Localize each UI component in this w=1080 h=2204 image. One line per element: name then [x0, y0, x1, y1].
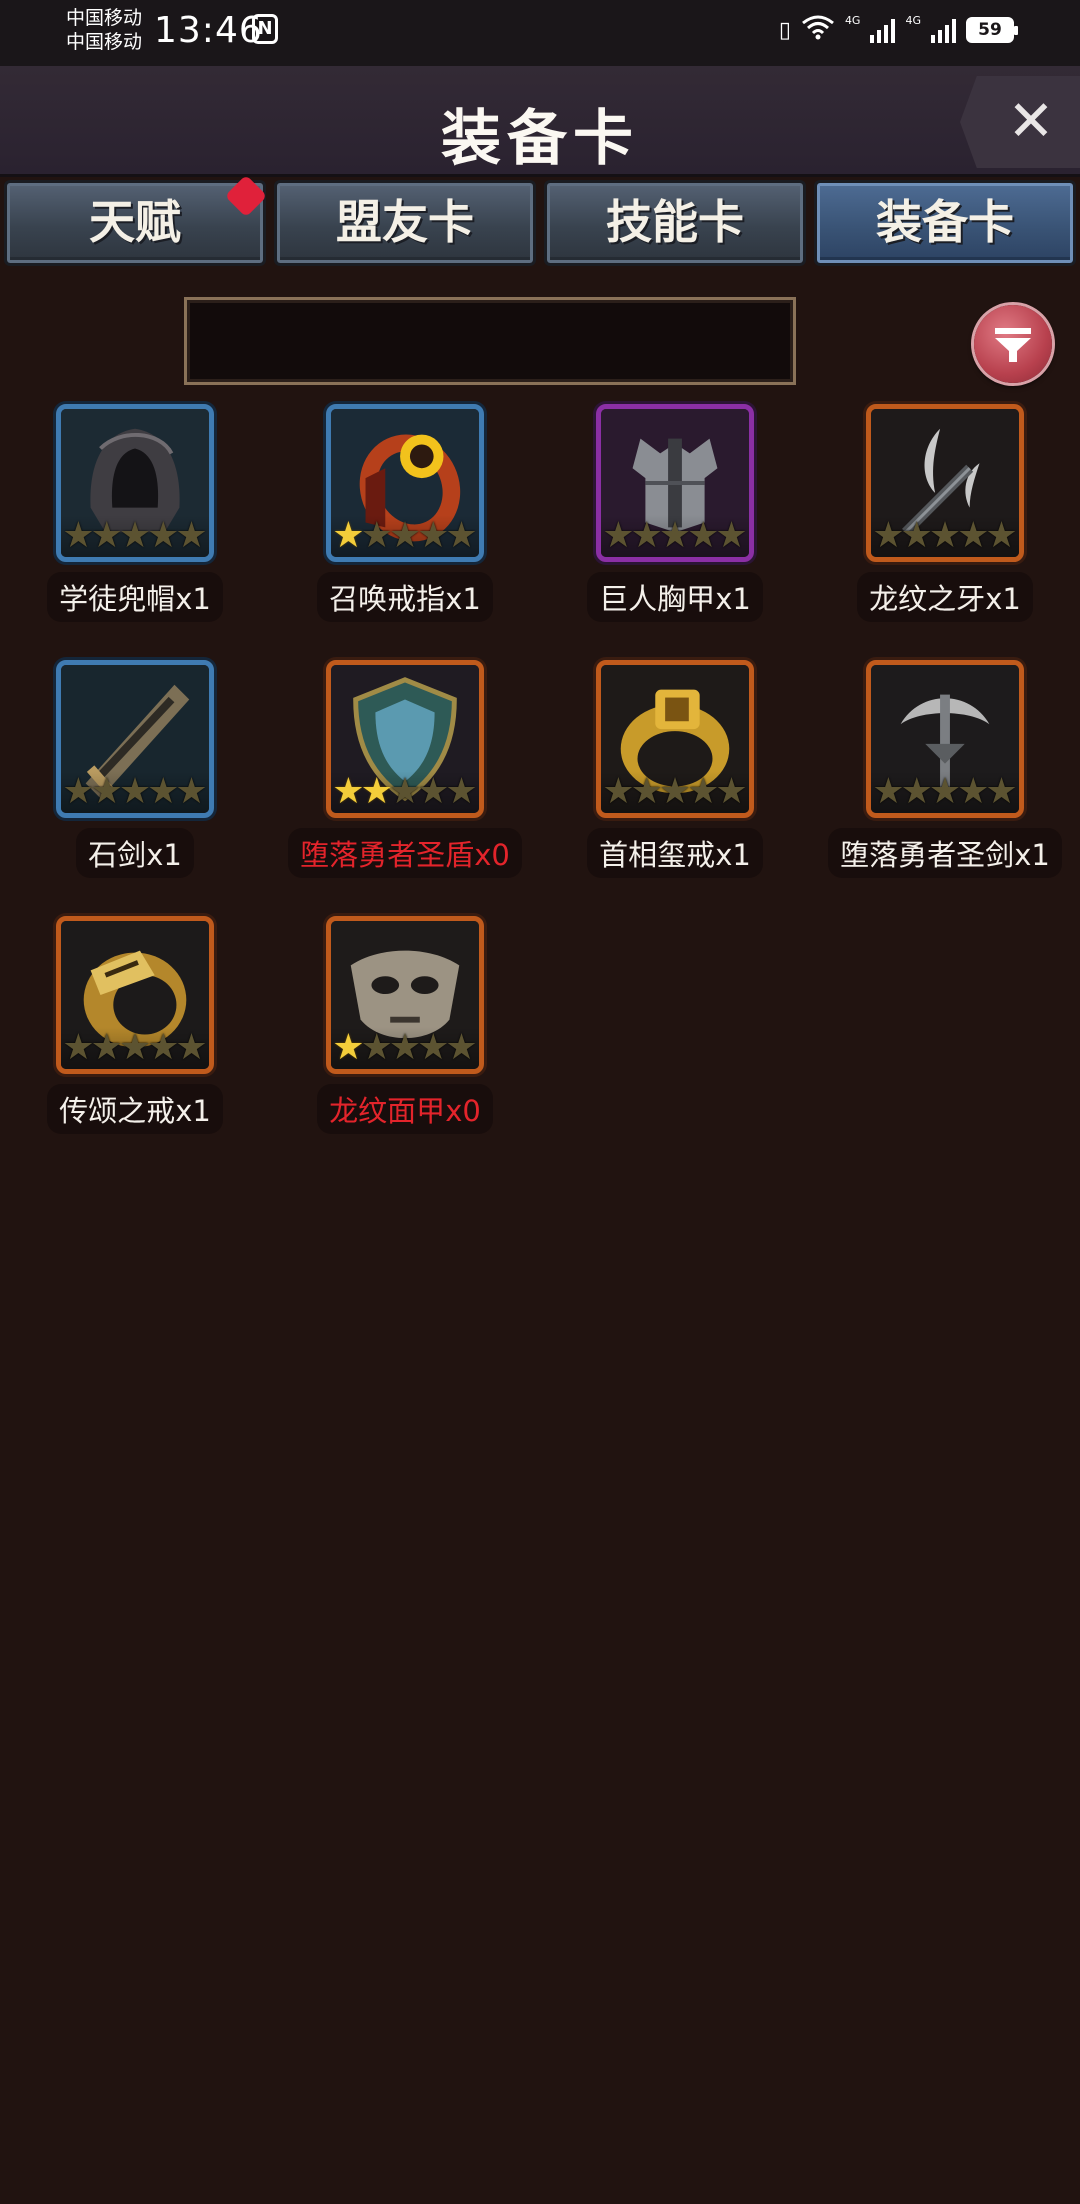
item-name: 堕落勇者圣盾 [300, 838, 475, 872]
item-name: 堕落勇者圣剑 [840, 838, 1015, 872]
signal-1-icon [870, 17, 896, 43]
close-icon: ✕ [1007, 89, 1055, 154]
tab-ally-cards[interactable]: 盟友卡 [274, 180, 536, 266]
carrier-1: 中国移动 [66, 7, 143, 29]
star-empty-icon: ★ [175, 771, 208, 812]
equipment-card[interactable]: ★ ★ ★ ★ ★ 学徒兜帽x1 [0, 400, 270, 640]
filter-button[interactable] [974, 305, 1052, 383]
signal-2-icon [931, 17, 956, 43]
star-rating: ★ ★ ★ ★ ★ [871, 515, 1019, 557]
tab-label: 盟友卡 [336, 195, 474, 249]
equipment-card[interactable]: ★ ★ ★ ★ ★ 巨人胸甲x1 [540, 400, 810, 640]
equipment-card[interactable]: ★ ★ ★ ★ ★ 传颂之戒x1 [0, 912, 270, 1152]
item-frame: ★ ★ ★ ★ ★ [866, 404, 1024, 562]
item-count: x1 [715, 582, 751, 616]
equipment-card[interactable]: ★ ★ ★ ★ ★ 石剑x1 [0, 656, 270, 896]
item-frame: ★ ★ ★ ★ ★ [56, 404, 214, 562]
filter-icon [995, 328, 1031, 362]
item-frame: ★ ★ ★ ★ ★ [56, 916, 214, 1074]
item-count: x1 [175, 1094, 211, 1128]
system-icons: ▯ 4G 4G 59 [778, 14, 1018, 46]
item-name: 首相玺戒 [599, 838, 716, 872]
tab-label: 装备卡 [876, 195, 1014, 249]
star-empty-icon: ★ [445, 1027, 478, 1068]
equipment-card[interactable]: ★ ★ ★ ★ ★ 龙纹面甲x0 [270, 912, 540, 1152]
star-rating: ★ ★ ★ ★ ★ [331, 771, 479, 813]
item-count: x0 [445, 1094, 481, 1128]
star-empty-icon: ★ [985, 771, 1018, 812]
search-input[interactable] [184, 297, 796, 385]
star-rating: ★ ★ ★ ★ ★ [331, 515, 479, 557]
item-frame: ★ ★ ★ ★ ★ [326, 660, 484, 818]
star-rating: ★ ★ ★ ★ ★ [61, 1027, 209, 1069]
equipment-card[interactable]: ★ ★ ★ ★ ★ 首相玺戒x1 [540, 656, 810, 896]
item-frame: ★ ★ ★ ★ ★ [56, 660, 214, 818]
tab-label: 技能卡 [606, 195, 744, 249]
tab-bar: 天赋 盟友卡 技能卡 装备卡 [0, 174, 1080, 270]
item-name: 龙纹面甲 [329, 1094, 446, 1128]
equipment-card[interactable]: ★ ★ ★ ★ ★ 堕落勇者圣剑x1 [810, 656, 1080, 896]
item-count: x1 [146, 838, 182, 872]
star-rating: ★ ★ ★ ★ ★ [331, 1027, 479, 1069]
item-frame: ★ ★ ★ ★ ★ [326, 916, 484, 1074]
star-empty-icon: ★ [985, 515, 1018, 556]
close-button[interactable]: ✕ [960, 76, 1080, 168]
item-frame: ★ ★ ★ ★ ★ [866, 660, 1024, 818]
status-bar: 中国移动 中国移动 13:46 N ▯ 4G 4G 59 [0, 0, 1080, 66]
carrier-2: 中国移动 [66, 31, 143, 53]
tab-equipment-cards[interactable]: 装备卡 [814, 180, 1076, 266]
star-rating: ★ ★ ★ ★ ★ [61, 771, 209, 813]
equipment-card[interactable]: ★ ★ ★ ★ ★ 龙纹之牙x1 [810, 400, 1080, 640]
item-name: 传颂之戒 [59, 1094, 176, 1128]
nfc-icon: N [252, 14, 278, 44]
star-empty-icon: ★ [715, 515, 748, 556]
network-1-label: 4G [844, 14, 861, 27]
star-rating: ★ ★ ★ ★ ★ [871, 771, 1019, 813]
item-count: x1 [445, 582, 481, 616]
notification-badge [224, 174, 268, 218]
title-bar: 装备卡 ✕ [0, 66, 1080, 177]
star-empty-icon: ★ [445, 515, 478, 556]
equipment-card[interactable]: ★ ★ ★ ★ ★ 召唤戒指x1 [270, 400, 540, 640]
clock: 13:46 [154, 10, 263, 51]
item-name: 石剑 [88, 838, 147, 872]
item-count: x0 [474, 838, 510, 872]
page-title: 装备卡 [441, 104, 639, 174]
star-rating: ★ ★ ★ ★ ★ [61, 515, 209, 557]
item-frame: ★ ★ ★ ★ ★ [596, 404, 754, 562]
item-name: 巨人胸甲 [599, 582, 716, 616]
star-empty-icon: ★ [175, 1027, 208, 1068]
item-name: 召唤戒指 [329, 582, 446, 616]
item-name: 龙纹之牙 [869, 582, 986, 616]
battery-icon: 59 [966, 17, 1018, 43]
star-empty-icon: ★ [175, 515, 208, 556]
equipment-card[interactable]: ★ ★ ★ ★ ★ 堕落勇者圣盾x0 [270, 656, 540, 896]
item-count: x1 [175, 582, 211, 616]
vibrate-icon: ▯ [778, 17, 791, 43]
item-count: x1 [985, 582, 1021, 616]
star-empty-icon: ★ [445, 771, 478, 812]
item-count: x1 [1014, 838, 1050, 872]
item-count: x1 [715, 838, 751, 872]
network-2-label: 4G [905, 14, 921, 27]
tab-skill-cards[interactable]: 技能卡 [544, 180, 806, 266]
wifi-icon [801, 14, 835, 46]
item-frame: ★ ★ ★ ★ ★ [596, 660, 754, 818]
item-name: 学徒兜帽 [59, 582, 176, 616]
item-frame: ★ ★ ★ ★ ★ [326, 404, 484, 562]
star-empty-icon: ★ [715, 771, 748, 812]
tab-talent[interactable]: 天赋 [4, 174, 268, 266]
star-rating: ★ ★ ★ ★ ★ [601, 771, 749, 813]
carrier-info: 中国移动 中国移动 [66, 6, 142, 54]
star-rating: ★ ★ ★ ★ ★ [601, 515, 749, 557]
tab-label: 天赋 [89, 195, 181, 249]
